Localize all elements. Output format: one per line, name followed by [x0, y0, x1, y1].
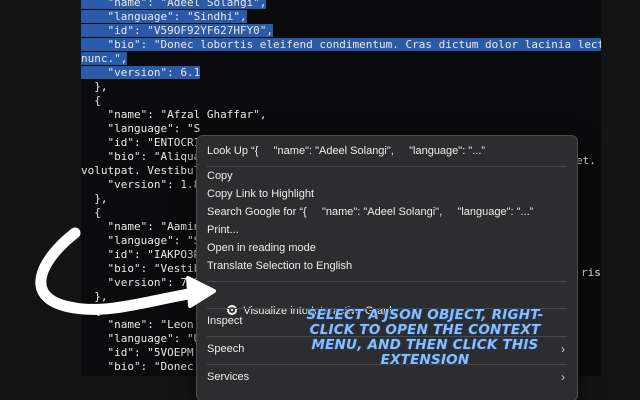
instruction-callout: SELECT A JSON OBJECT, RIGHT-CLICK TO OPE…	[306, 307, 544, 368]
screenshot-stage: "name": "Adeel Solangi", "language": "Si…	[0, 0, 640, 400]
